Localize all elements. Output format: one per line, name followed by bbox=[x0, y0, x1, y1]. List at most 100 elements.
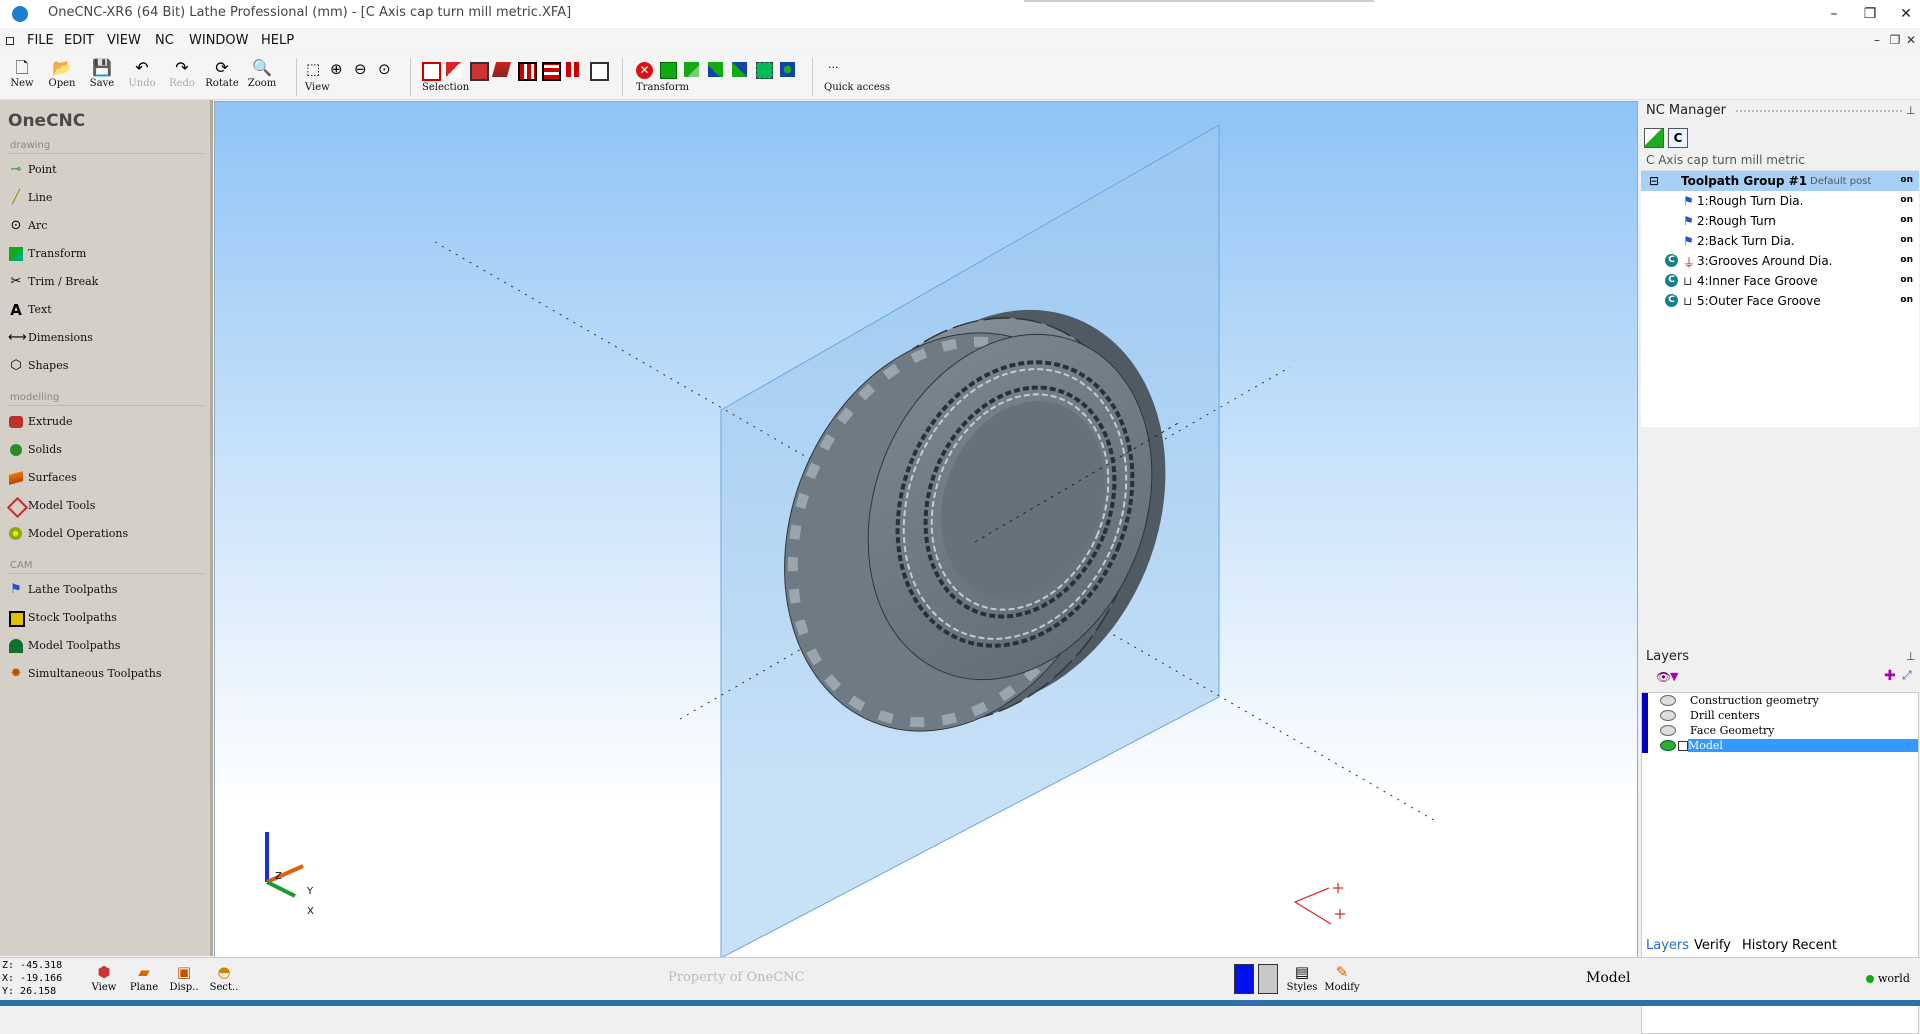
select-grid-icon-1[interactable] bbox=[518, 62, 537, 81]
menu-edit[interactable]: EDIT bbox=[64, 33, 94, 48]
left-item-simultaneous-toolpaths[interactable]: ✹ Simultaneous Toolpaths bbox=[8, 664, 208, 684]
select-grid-icon-2[interactable] bbox=[542, 62, 561, 81]
menu-view[interactable]: VIEW bbox=[107, 33, 141, 48]
transform-array-icon[interactable] bbox=[780, 62, 795, 77]
select-window-icon[interactable] bbox=[470, 62, 489, 81]
display-status-button[interactable]: ▣ Disp.. bbox=[164, 962, 204, 993]
layer-eye-icon[interactable] bbox=[1660, 710, 1676, 721]
pin-icon[interactable]: ⊥ bbox=[1906, 650, 1916, 663]
nc-toolpath-view-icon[interactable] bbox=[1644, 128, 1664, 148]
expand-layers-icon[interactable]: ⤢ bbox=[1902, 668, 1912, 683]
state-toggle[interactable]: on bbox=[1900, 195, 1913, 205]
pin-icon[interactable]: ⊥ bbox=[1906, 104, 1916, 117]
operation-row[interactable]: ⚑ 1:Rough Turn Dia. on bbox=[1641, 191, 1919, 211]
color-swatch-gray[interactable] bbox=[1258, 964, 1278, 994]
rotate-button[interactable]: ⟳ Rotate bbox=[202, 56, 242, 98]
layer-marker-icon[interactable]: ▼ bbox=[1670, 670, 1678, 683]
zoom-out-icon[interactable]: ⊖ bbox=[354, 60, 367, 78]
operation-row[interactable]: C ⏚ 3:Grooves Around Dia. on bbox=[1641, 251, 1919, 271]
state-toggle[interactable]: on bbox=[1900, 215, 1913, 225]
left-item-text[interactable]: A Text bbox=[8, 300, 208, 320]
layer-row[interactable]: Model bbox=[1642, 738, 1918, 753]
state-toggle[interactable]: on bbox=[1900, 295, 1913, 305]
select-grid-icon-3[interactable] bbox=[566, 62, 581, 77]
new-button[interactable]: 🗋 New bbox=[2, 56, 42, 98]
zoom-fit-icon[interactable]: ⊙ bbox=[378, 60, 391, 78]
document-menu-icon[interactable] bbox=[6, 37, 14, 45]
layer-eye-icon[interactable] bbox=[1660, 695, 1676, 706]
operation-row[interactable]: ⚑ 2:Back Turn Dia. on bbox=[1641, 231, 1919, 251]
world-label[interactable]: world bbox=[1878, 972, 1910, 985]
save-button[interactable]: 💾 Save bbox=[82, 56, 122, 98]
state-toggle[interactable]: on bbox=[1900, 175, 1913, 185]
quick-access-dots[interactable]: ... bbox=[828, 58, 839, 71]
left-item-shapes[interactable]: ⬡ Shapes bbox=[8, 356, 208, 376]
section-status-button[interactable]: ◓ Sect.. bbox=[204, 962, 244, 993]
zoom-button[interactable]: 🔍 Zoom bbox=[242, 56, 282, 98]
select-grid-icon-4[interactable] bbox=[590, 62, 609, 81]
layer-eye-icon[interactable] bbox=[1660, 725, 1676, 736]
zoom-in-icon[interactable]: ⊕ bbox=[330, 60, 343, 78]
state-toggle[interactable]: on bbox=[1900, 275, 1913, 285]
left-item-surfaces[interactable]: Surfaces bbox=[8, 468, 208, 488]
tab-history[interactable]: History bbox=[1742, 938, 1788, 953]
eye-visibility-icon[interactable]: 👁 bbox=[1656, 670, 1671, 684]
quick-access-label[interactable]: Quick access bbox=[824, 82, 890, 93]
layer-row[interactable]: Construction geometry bbox=[1642, 693, 1918, 708]
select-chain-icon[interactable] bbox=[446, 62, 461, 77]
undo-button[interactable]: ↶ Undo bbox=[122, 56, 162, 98]
left-item-arc[interactable]: ⊙ Arc bbox=[8, 216, 208, 236]
transform-mirror-icon[interactable] bbox=[708, 62, 723, 77]
view-status-button[interactable]: ⬢ View bbox=[84, 962, 124, 993]
left-item-model-toolpaths[interactable]: Model Toolpaths bbox=[8, 636, 208, 656]
graphics-viewport[interactable]: Z Y X bbox=[214, 101, 1638, 959]
tab-verify[interactable]: Verify bbox=[1694, 938, 1731, 953]
menu-file[interactable]: FILE bbox=[27, 33, 54, 48]
menu-nc[interactable]: NC bbox=[155, 33, 174, 48]
zoom-window-icon[interactable]: ⬚ bbox=[306, 60, 320, 78]
layer-checkbox[interactable] bbox=[1678, 741, 1688, 751]
doc-minimize-button[interactable]: – bbox=[1868, 33, 1886, 47]
tab-recent[interactable]: Recent bbox=[1792, 938, 1837, 953]
open-button[interactable]: 📂 Open bbox=[42, 56, 82, 98]
menu-window[interactable]: WINDOW bbox=[189, 33, 249, 48]
left-item-model-tools[interactable]: Model Tools bbox=[6, 496, 208, 519]
transform-copy-icon[interactable] bbox=[684, 62, 699, 77]
operation-row[interactable]: C ⊔ 4:Inner Face Groove on bbox=[1641, 271, 1919, 291]
onecnc-app-icon[interactable] bbox=[12, 6, 28, 22]
color-swatch-blue[interactable] bbox=[1234, 964, 1254, 994]
select-layer-icon[interactable] bbox=[491, 62, 512, 77]
operation-row[interactable]: C ⊔ 5:Outer Face Groove on bbox=[1641, 291, 1919, 311]
layer-eye-icon[interactable] bbox=[1660, 740, 1676, 751]
transform-rotate-icon[interactable] bbox=[732, 62, 747, 77]
add-layer-icon[interactable]: ✚ bbox=[1884, 668, 1896, 684]
state-toggle[interactable]: on bbox=[1900, 255, 1913, 265]
cancel-transform-icon[interactable]: ✕ bbox=[636, 62, 653, 79]
nc-c-axis-icon[interactable]: C bbox=[1668, 128, 1688, 148]
left-item-extrude[interactable]: Extrude bbox=[8, 412, 208, 432]
redo-button[interactable]: ↷ Redo bbox=[162, 56, 202, 98]
modify-button[interactable]: ✎ Modify bbox=[1322, 962, 1362, 993]
left-item-solids[interactable]: Solids bbox=[8, 440, 208, 460]
left-item-line[interactable]: ╱ Line bbox=[8, 188, 208, 208]
left-item-lathe-toolpaths[interactable]: ⚑ Lathe Toolpaths bbox=[8, 580, 208, 600]
left-item-model-operations[interactable]: Model Operations bbox=[8, 524, 208, 544]
close-button[interactable]: ✕ bbox=[1892, 3, 1920, 25]
left-item-trim-break[interactable]: ✂ Trim / Break bbox=[8, 272, 208, 292]
restore-button[interactable]: ❐ bbox=[1856, 3, 1884, 25]
state-toggle[interactable]: on bbox=[1900, 235, 1913, 245]
tab-layers[interactable]: Layers bbox=[1646, 938, 1689, 953]
select-add-icon[interactable] bbox=[422, 62, 441, 81]
operation-row[interactable]: ⚑ 2:Rough Turn on bbox=[1641, 211, 1919, 231]
layer-row[interactable]: Drill centers bbox=[1642, 708, 1918, 723]
left-item-point[interactable]: ⊸ Point bbox=[8, 160, 208, 180]
plane-status-button[interactable]: ▰ Plane bbox=[124, 962, 164, 993]
left-item-dimensions[interactable]: ⟷ Dimensions bbox=[8, 328, 208, 348]
left-item-transform[interactable]: Transform bbox=[8, 244, 208, 264]
menu-help[interactable]: HELP bbox=[261, 33, 294, 48]
transform-scale-icon[interactable] bbox=[756, 62, 773, 79]
transform-move-icon[interactable] bbox=[660, 62, 677, 79]
left-item-stock-toolpaths[interactable]: Stock Toolpaths bbox=[8, 608, 208, 628]
toolpath-group-row[interactable]: ⊟ Toolpath Group #1 Default post on bbox=[1641, 171, 1919, 191]
styles-button[interactable]: ▤ Styles bbox=[1282, 962, 1322, 993]
